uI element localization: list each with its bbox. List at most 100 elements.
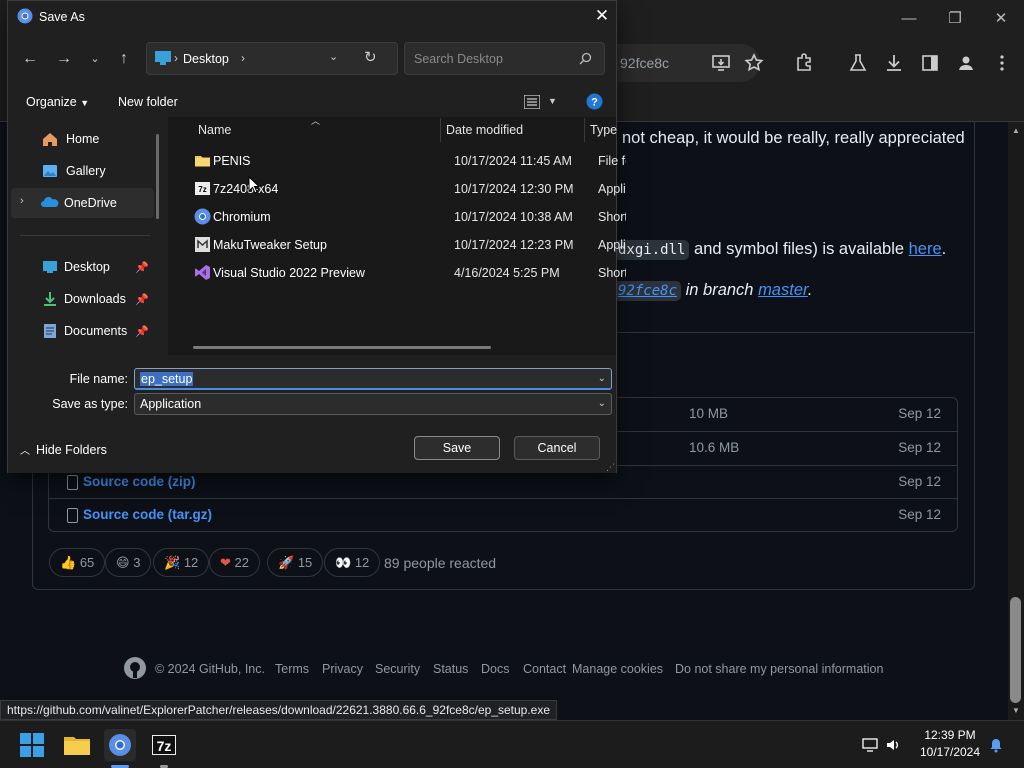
notification-bell-icon[interactable] — [988, 737, 1004, 753]
scroll-up-arrow-icon[interactable]: ▲ — [1012, 126, 1020, 135]
nav-pane-scrollbar[interactable] — [156, 134, 159, 219]
downloads-icon[interactable] — [883, 52, 905, 74]
commit-link[interactable]: 92fce8c — [614, 281, 682, 301]
save-as-type-select[interactable]: Application ⌄ — [134, 393, 612, 415]
heart-icon: ❤ — [220, 555, 231, 570]
scroll-down-arrow-icon[interactable]: ▼ — [1012, 706, 1020, 715]
volume-icon[interactable] — [885, 737, 901, 753]
footer-link-do-not-share[interactable]: Do not share my personal information — [675, 662, 883, 676]
organize-button[interactable]: Organize ▼ — [26, 95, 89, 109]
back-arrow-icon[interactable]: ← — [16, 45, 44, 73]
restore-button[interactable]: ❐ — [932, 6, 978, 32]
asset-name[interactable]: Source code (zip) — [83, 474, 196, 489]
file-row[interactable]: PENIS 10/17/2024 11:45 AM File folder — [178, 147, 626, 175]
footer-link-status[interactable]: Status — [433, 662, 468, 676]
footer-link-privacy[interactable]: Privacy — [322, 662, 363, 676]
clock-time[interactable]: 12:39 PM — [920, 728, 980, 742]
file-row[interactable]: MakuTweaker Setup 10/17/2024 12:23 PM Ap… — [178, 231, 626, 259]
github-logo-icon[interactable] — [123, 656, 147, 680]
reaction-thumbs-up[interactable]: 👍 65 — [49, 548, 106, 577]
7zip-icon[interactable]: 7z — [148, 729, 180, 761]
file-explorer-icon[interactable] — [61, 729, 93, 761]
file-type: Shortcut — [598, 266, 626, 280]
minimize-button[interactable]: — — [886, 6, 932, 32]
help-icon[interactable]: ? — [586, 93, 603, 110]
page-footer: © 2024 GitHub, Inc. Terms Privacy Securi… — [120, 656, 920, 680]
extensions-icon[interactable] — [793, 52, 815, 74]
close-window-button[interactable]: ✕ — [978, 6, 1024, 32]
file-type: File folder — [598, 154, 626, 168]
reaction-summary: 89 people reacted — [384, 555, 497, 571]
nav-item-onedrive[interactable]: › OneDrive — [11, 188, 154, 218]
installer-icon — [195, 237, 210, 252]
footer-link-manage-cookies[interactable]: Manage cookies — [572, 662, 663, 676]
profile-icon[interactable] — [955, 52, 977, 74]
footer-link-contact[interactable]: Contact — [523, 662, 566, 676]
nav-item-desktop[interactable]: Desktop 📌 — [11, 252, 154, 282]
side-panel-icon[interactable] — [919, 52, 941, 74]
branch-link[interactable]: master — [758, 281, 808, 299]
here-link[interactable]: here — [909, 240, 942, 258]
file-date: 10/17/2024 12:30 PM — [454, 182, 574, 196]
view-options-icon[interactable] — [524, 95, 540, 109]
asset-name[interactable]: Source code (tar.gz) — [83, 507, 212, 522]
cancel-button[interactable]: Cancel — [514, 436, 600, 460]
file-name: PENIS — [213, 154, 251, 168]
file-row[interactable]: Visual Studio 2022 Preview 4/16/2024 5:2… — [178, 259, 626, 287]
taskbar: 7z — [0, 720, 1024, 768]
pin-icon: 📌 — [135, 326, 149, 338]
footer-copyright: © 2024 GitHub, Inc. — [155, 662, 265, 676]
nav-separator — [20, 235, 150, 236]
reaction-heart[interactable]: ❤ 22 — [209, 548, 260, 577]
forward-arrow-icon[interactable]: → — [50, 45, 78, 73]
clock-date[interactable]: 10/17/2024 — [912, 745, 988, 759]
nav-item-home[interactable]: Home — [11, 124, 154, 154]
file-row[interactable]: 7z 7z2408-x64 10/17/2024 12:30 PM Applic… — [178, 175, 626, 203]
refresh-icon[interactable]: ↻ — [364, 48, 377, 66]
asset-row[interactable]: Source code (tar.gz) Sep 12 — [49, 498, 957, 531]
file-list-horizontal-scrollbar[interactable] — [193, 346, 491, 349]
nav-item-downloads[interactable]: Downloads 📌 — [11, 284, 154, 314]
reaction-eyes[interactable]: 👀 12 — [324, 548, 381, 577]
labs-flask-icon[interactable] — [847, 52, 869, 74]
column-header-date-modified[interactable]: Date modified — [446, 123, 523, 137]
recent-locations-chevron-icon[interactable]: ⌄ — [81, 45, 109, 73]
save-as-dialog: Save As ✕ ← → ⌄ ↑ › Desktop › ⌄ ↻ Search… — [7, 0, 626, 473]
reaction-laugh[interactable]: 😄 3 — [105, 548, 152, 577]
more-menu-icon[interactable] — [991, 52, 1013, 74]
resize-grip-icon[interactable]: ⋰ — [606, 462, 615, 473]
start-icon[interactable] — [16, 729, 48, 761]
view-options-chevron-icon[interactable]: ▼ — [548, 96, 557, 106]
footer-link-security[interactable]: Security — [375, 662, 420, 676]
expand-chevron-icon[interactable]: › — [20, 195, 24, 207]
file-row[interactable]: Chromium 10/17/2024 10:38 AM Shortcut — [178, 203, 626, 231]
up-arrow-icon[interactable]: ↑ — [110, 45, 138, 73]
save-as-type-dropdown-icon[interactable]: ⌄ — [598, 398, 606, 409]
file-name-input[interactable]: ep_setup ⌄ — [134, 368, 612, 390]
new-folder-button[interactable]: New folder — [118, 95, 178, 109]
footer-link-docs[interactable]: Docs — [481, 662, 509, 676]
save-button[interactable]: Save — [414, 436, 500, 460]
address-location[interactable]: Desktop — [183, 52, 229, 66]
column-separator[interactable] — [440, 118, 441, 142]
file-name-dropdown-icon[interactable]: ⌄ — [598, 373, 606, 384]
period-text: . — [807, 281, 813, 299]
reaction-rocket[interactable]: 🚀 15 — [267, 548, 324, 577]
hide-folders-button[interactable]: ︿ Hide Folders — [20, 442, 107, 457]
install-app-icon[interactable] — [710, 52, 732, 74]
footer-link-terms[interactable]: Terms — [275, 662, 309, 676]
network-icon[interactable] — [862, 737, 878, 753]
chrome-icon[interactable] — [104, 729, 136, 761]
reaction-hooray[interactable]: 🎉 12 — [153, 548, 210, 577]
hooray-icon: 🎉 — [164, 555, 181, 570]
column-header-name[interactable]: Name — [198, 123, 231, 137]
nav-item-gallery[interactable]: Gallery — [11, 156, 154, 186]
column-separator[interactable] — [584, 118, 585, 142]
file-type: Shortcut — [598, 210, 626, 224]
address-history-chevron-icon[interactable]: ⌄ — [329, 50, 338, 63]
column-header-type[interactable]: Type — [590, 123, 617, 137]
page-scroll-thumb[interactable] — [1010, 597, 1021, 703]
nav-item-documents[interactable]: Documents 📌 — [11, 316, 154, 346]
dialog-close-button[interactable]: ✕ — [590, 4, 614, 28]
bookmark-star-icon[interactable] — [743, 52, 765, 74]
